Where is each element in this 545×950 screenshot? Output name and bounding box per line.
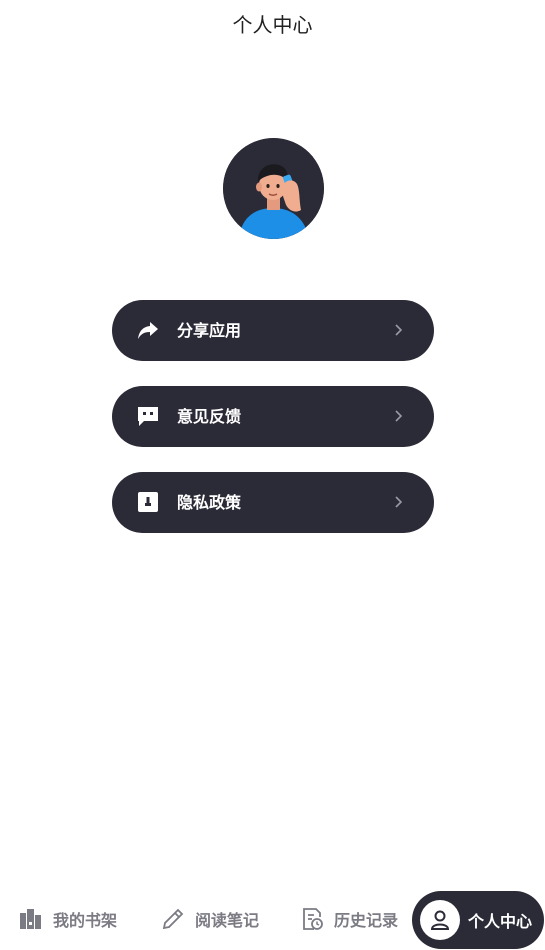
menu-list: 分享应用 意见反馈 隐私政策: [112, 300, 434, 558]
share-app-button[interactable]: 分享应用: [112, 300, 434, 361]
title-bar: 个人中心: [0, 0, 545, 50]
tab-profile[interactable]: 个人中心: [412, 891, 545, 949]
tab-history[interactable]: 历史记录: [300, 888, 398, 950]
history-icon: [300, 907, 324, 931]
chevron-right-icon: [390, 322, 406, 338]
avatar[interactable]: [223, 138, 324, 239]
privacy-policy-button[interactable]: 隐私政策: [112, 472, 434, 533]
tab-history-label: 历史记录: [334, 911, 399, 930]
feedback-label: 意见反馈: [177, 407, 242, 426]
pencil-icon: [161, 907, 185, 931]
page-title: 个人中心: [232, 13, 313, 37]
privacy-policy-label: 隐私政策: [177, 493, 242, 512]
avatar-illustration: [223, 138, 324, 239]
tab-reading-notes[interactable]: 阅读笔记: [161, 888, 259, 950]
share-icon: [136, 318, 160, 342]
bottom-tab-bar: 我的书架 阅读笔记 历史记录 个人中心: [0, 888, 545, 950]
tab-bookshelf-label: 我的书架: [53, 911, 118, 930]
tab-reading-notes-label: 阅读笔记: [195, 911, 260, 930]
feedback-button[interactable]: 意见反馈: [112, 386, 434, 447]
tab-profile-label: 个人中心: [468, 912, 533, 931]
feedback-icon: [136, 404, 160, 428]
tab-bookshelf[interactable]: 我的书架: [19, 888, 117, 950]
chevron-right-icon: [390, 408, 406, 424]
bookshelf-icon: [19, 907, 43, 931]
chevron-right-icon: [390, 494, 406, 510]
privacy-icon: [136, 490, 160, 514]
share-app-label: 分享应用: [177, 321, 242, 340]
person-icon: [420, 900, 460, 940]
